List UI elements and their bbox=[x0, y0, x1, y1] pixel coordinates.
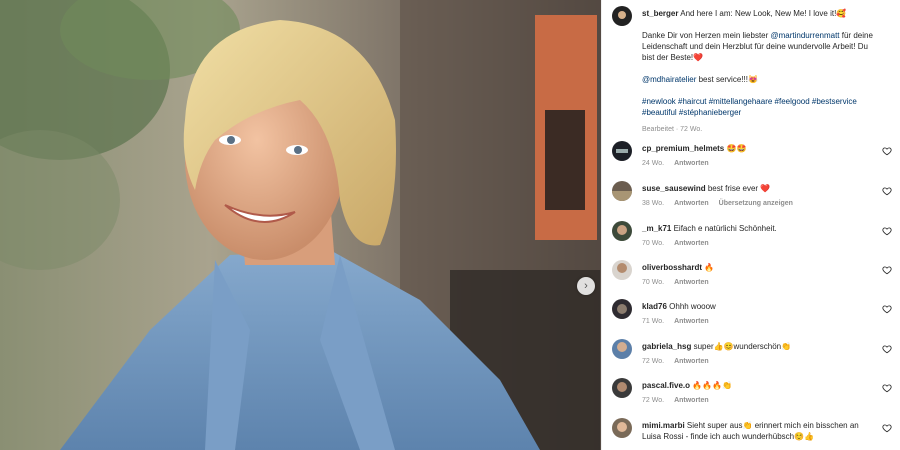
heart-icon[interactable] bbox=[882, 265, 892, 275]
comment-username[interactable]: mimi.marbi bbox=[642, 421, 685, 430]
reply-button[interactable]: Antworten bbox=[674, 160, 709, 167]
comment-text: 🔥 bbox=[704, 263, 715, 272]
comment-row: klad76 Ohhh wooow 71 Wo. Antworten bbox=[612, 299, 894, 333]
comment-row: pascal.five.o 🔥🔥🔥👏 72 Wo. Antworten bbox=[612, 378, 894, 412]
commenter-avatar[interactable] bbox=[612, 260, 632, 280]
comment-username[interactable]: suse_sausewind bbox=[642, 184, 706, 193]
comment-time[interactable]: 24 Wo. bbox=[642, 160, 664, 167]
reply-button[interactable]: Antworten bbox=[674, 200, 709, 207]
comment-time[interactable]: 71 Wo. bbox=[642, 318, 664, 325]
comment-text: Ohhh wooow bbox=[669, 302, 716, 311]
caption-text: best service!!!😻 bbox=[696, 75, 758, 84]
hashtags[interactable]: #newlook #haircut #mittellangehaare #fee… bbox=[642, 97, 857, 117]
comment-username[interactable]: oliverbosshardt bbox=[642, 263, 702, 272]
heart-icon[interactable] bbox=[882, 226, 892, 236]
reply-button[interactable]: Antworten bbox=[674, 279, 709, 286]
commenter-avatar[interactable] bbox=[612, 378, 632, 398]
comment-time[interactable]: 38 Wo. bbox=[642, 200, 664, 207]
comment-row: _m_k71 Eifach e natürlichi Schönheit. 70… bbox=[612, 221, 894, 255]
translate-button[interactable]: Übersetzung anzeigen bbox=[719, 200, 793, 207]
chevron-right-icon: › bbox=[584, 279, 588, 292]
comment-username[interactable]: cp_premium_helmets bbox=[642, 144, 724, 153]
commenter-avatar[interactable] bbox=[612, 141, 632, 161]
comment-username[interactable]: gabriela_hsg bbox=[642, 342, 691, 351]
comment-time[interactable]: 72 Wo. bbox=[642, 358, 664, 365]
comments-panel[interactable]: st_berger And here I am: New Look, New M… bbox=[601, 0, 900, 450]
reply-button[interactable]: Antworten bbox=[674, 240, 709, 247]
commenter-avatar[interactable] bbox=[612, 221, 632, 241]
comment-time[interactable]: 70 Wo. bbox=[642, 240, 664, 247]
caption-text: Danke Dir von Herzen mein liebster bbox=[642, 31, 771, 40]
mention-link[interactable]: @mdhairatelier bbox=[642, 75, 696, 84]
heart-icon[interactable] bbox=[882, 304, 892, 314]
post-photo[interactable]: › bbox=[0, 0, 601, 450]
reply-button[interactable]: Antworten bbox=[674, 318, 709, 325]
reply-button[interactable]: Antworten bbox=[674, 358, 709, 365]
reply-button[interactable]: Antworten bbox=[674, 397, 709, 404]
commenter-avatar[interactable] bbox=[612, 181, 632, 201]
portrait-image bbox=[0, 0, 601, 450]
comment-text: Eifach e natürlichi Schönheit. bbox=[673, 224, 777, 233]
next-image-button[interactable]: › bbox=[577, 277, 595, 295]
commenter-avatar[interactable] bbox=[612, 299, 632, 319]
comment-username[interactable]: klad76 bbox=[642, 302, 667, 311]
commenter-avatar[interactable] bbox=[612, 339, 632, 359]
comment-row: oliverbosshardt 🔥 70 Wo. Antworten bbox=[612, 260, 894, 294]
caption-line-1: And here I am: New Look, New Me! I love … bbox=[680, 9, 847, 18]
comment-time[interactable]: 72 Wo. bbox=[642, 397, 664, 404]
comment-row: gabriela_hsg super👍😊wunderschön👏 72 Wo. A… bbox=[612, 339, 894, 373]
post-time[interactable]: 72 Wo. bbox=[680, 126, 702, 133]
comment-row: mimi.marbi Sieht super aus👏 erinnert mic… bbox=[612, 418, 894, 450]
author-avatar[interactable] bbox=[612, 6, 632, 26]
heart-icon[interactable] bbox=[882, 423, 892, 433]
heart-icon[interactable] bbox=[882, 344, 892, 354]
caption-meta: Bearbeitet · 72 Wo. bbox=[642, 126, 703, 133]
edited-label: Bearbeitet bbox=[642, 126, 674, 133]
heart-icon[interactable] bbox=[882, 383, 892, 393]
comment-text: super👍😊wunderschön👏 bbox=[693, 342, 792, 351]
comment-time[interactable]: 70 Wo. bbox=[642, 279, 664, 286]
comment-username[interactable]: pascal.five.o bbox=[642, 381, 690, 390]
mention-link[interactable]: @martindurrenmatt bbox=[771, 31, 840, 40]
comment-username[interactable]: _m_k71 bbox=[642, 224, 671, 233]
comment-text: best frise ever ❤️ bbox=[707, 184, 771, 193]
comment-text: 🤩🤩 bbox=[726, 144, 747, 153]
commenter-avatar[interactable] bbox=[612, 418, 632, 438]
author-username[interactable]: st_berger bbox=[642, 9, 678, 18]
heart-icon[interactable] bbox=[882, 146, 892, 156]
comment-row: suse_sausewind best frise ever ❤️ 38 Wo.… bbox=[612, 181, 894, 215]
comment-text: 🔥🔥🔥👏 bbox=[692, 381, 733, 390]
comment-row: cp_premium_helmets 🤩🤩 24 Wo. Antworten bbox=[612, 141, 894, 175]
heart-icon[interactable] bbox=[882, 186, 892, 196]
